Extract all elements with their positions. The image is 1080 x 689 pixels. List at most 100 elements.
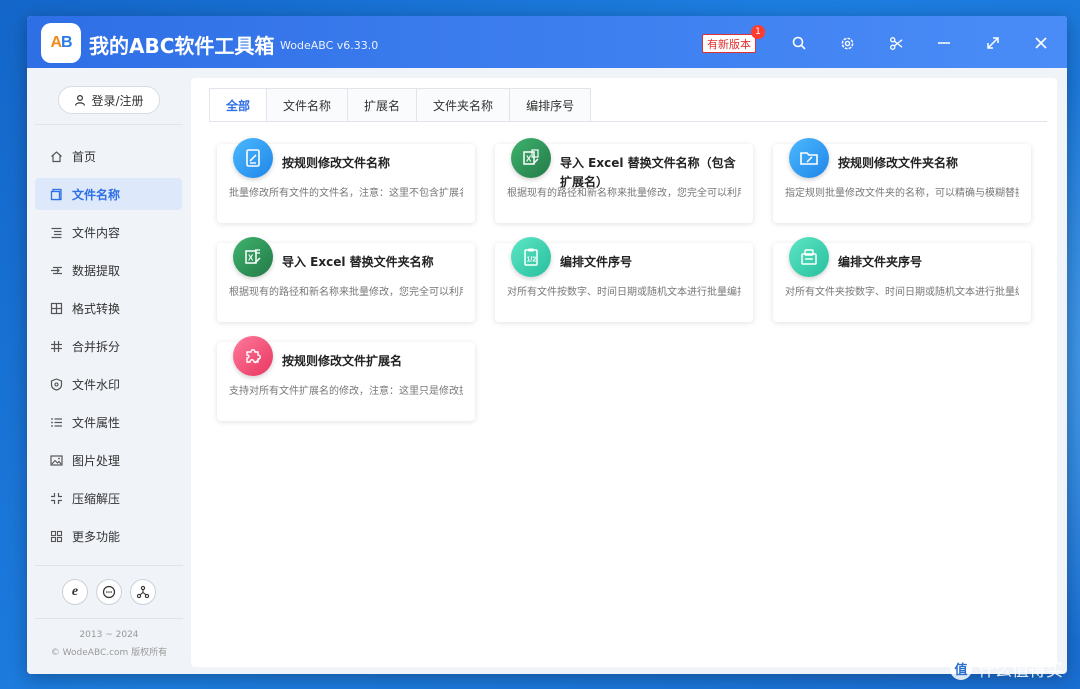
sidebar-item-watermark[interactable]: 文件水印 [35,368,182,400]
search-icon[interactable] [788,32,810,54]
copyright-text: © WodeABC.com 版权所有 [50,648,168,658]
sidebar-item-label: 文件名称 [72,187,121,202]
tool-card-rename-file[interactable]: 按规则修改文件名称 批量修改所有文件的文件名，注意：这里不包含扩展名 [217,138,475,223]
sidebar-item-label: 首页 [72,149,97,164]
title-bar: AB 我的ABC软件工具箱 WodeABC v6.33.0 有新版本 1 [27,16,1067,68]
sidebar-divider [35,124,183,125]
sidebar-item-label: 更多功能 [72,529,121,544]
tab-file-name[interactable]: 文件名称 [266,88,349,122]
app-title: 我的ABC软件工具箱 [89,34,275,58]
sidebar-item-image[interactable]: 图片处理 [35,444,182,476]
sidebar-item-file-properties[interactable]: 文件属性 [35,406,182,438]
merge-split-icon [49,339,63,353]
login-register-button[interactable]: 登录/注册 [58,86,160,114]
tool-card-number-files[interactable]: 1/2 编排文件序号 对所有文件按数字、时间日期或随机文本进行批量编排 [495,237,753,322]
gear-icon[interactable] [836,32,858,54]
excel-folder-icon: X [233,237,273,277]
home-icon [49,149,63,163]
sidebar-item-label: 数据提取 [72,263,121,278]
svg-text:1/2: 1/2 [527,257,537,264]
tool-card-rename-extension[interactable]: 按规则修改文件扩展名 支持对所有文件扩展名的修改，注意：这里只是修改扩展名 [217,336,475,421]
sidebar-item-label: 文件水印 [72,377,121,392]
sidebar-item-compress[interactable]: 压缩解压 [35,482,182,514]
sidebar-item-data-extract[interactable]: 数据提取 [35,254,182,286]
extension-icon [233,336,273,376]
user-icon [75,94,86,106]
chat-icon[interactable] [96,579,122,605]
sidebar: 登录/注册 首页 文件名称 文件内容 数据提取 格式转换 合并拆分 文件水印 文… [27,68,191,674]
card-description: 支持对所有文件扩展名的修改，注意：这里只是修改扩展名 [229,386,463,397]
scissors-icon[interactable] [885,32,907,54]
sidebar-item-file-content[interactable]: 文件内容 [35,216,182,248]
card-title: 导入 Excel 替换文件夹名称 [282,255,434,269]
tab-folder-name[interactable]: 文件夹名称 [416,88,511,122]
sidebar-item-label: 压缩解压 [72,491,121,506]
maximize-icon[interactable] [982,32,1004,54]
tab-bar: 全部 文件名称 扩展名 文件夹名称 编排序号 [209,88,592,122]
tool-card-number-folders[interactable]: 编排文件夹序号 对所有文件夹按数字、时间日期或随机文本进行批量编排 [773,237,1031,322]
number-folder-icon [789,237,829,277]
sidebar-divider [35,565,183,566]
sidebar-item-label: 文件内容 [72,225,121,240]
watermark-text: 什么值得买 [978,661,1063,681]
app-logo: AB [41,23,81,63]
tool-card-excel-rename-file[interactable]: X 导入 Excel 替换文件名称（包含扩展名） 根据现有的路径和新名称来批量修… [495,138,753,223]
card-title: 编排文件夹序号 [838,255,923,269]
tab-underline [209,121,1047,122]
sidebar-item-more[interactable]: 更多功能 [35,520,182,552]
minimize-icon[interactable] [933,32,955,54]
login-register-label: 登录/注册 [91,93,144,108]
card-description: 批量修改所有文件的文件名，注意：这里不包含扩展名 [229,188,463,199]
sidebar-item-label: 合并拆分 [72,339,121,354]
card-description: 根据现有的路径和新名称来批量修改，您完全可以利用Excel [507,188,741,199]
tab-all[interactable]: 全部 [209,88,268,122]
sidebar-item-file-name[interactable]: 文件名称 [35,178,182,210]
watermark-badge: 值 [950,657,972,680]
rename-file-icon [233,138,273,178]
sidebar-item-label: 文件属性 [72,415,121,430]
app-version: WodeABC v6.33.0 [280,39,379,52]
card-description: 对所有文件夹按数字、时间日期或随机文本进行批量编排 [785,287,1019,298]
app-window: AB 我的ABC软件工具箱 WodeABC v6.33.0 有新版本 1 登录/… [27,16,1067,674]
more-icon [49,529,63,543]
card-title: 编排文件序号 [560,255,633,269]
file-properties-icon [49,415,63,429]
excel-file-icon: X [511,138,551,178]
browser-icon[interactable]: e [62,579,88,605]
card-description: 指定规则批量修改文件夹的名称，可以精确与模糊替换 [785,188,1019,199]
main-panel: 全部 文件名称 扩展名 文件夹名称 编排序号 按规则修改文件名称 批量修改所有文… [191,78,1057,667]
file-content-icon [49,225,63,239]
card-description: 对所有文件按数字、时间日期或随机文本进行批量编排 [507,287,741,298]
share-network-icon[interactable] [130,579,156,605]
tab-extension[interactable]: 扩展名 [347,88,418,122]
app-logo-text: AB [50,34,72,51]
sidebar-item-label: 格式转换 [72,301,121,316]
svg-text:X: X [526,155,532,164]
format-convert-icon [49,301,63,315]
card-title: 按规则修改文件名称 [282,156,391,170]
file-rename-icon [49,187,63,201]
watermark-icon [49,377,63,391]
update-count-badge: 1 [751,25,765,39]
rename-folder-icon [789,138,829,178]
number-file-icon: 1/2 [511,237,551,277]
tool-card-excel-rename-folder[interactable]: X 导入 Excel 替换文件夹名称 根据现有的路径和新名称来批量修改，您完全可… [217,237,475,322]
data-extract-icon [49,263,63,277]
compress-icon [49,491,63,505]
sidebar-item-format-convert[interactable]: 格式转换 [35,292,182,324]
sidebar-divider [35,618,183,619]
svg-text:X: X [248,254,254,263]
sidebar-item-merge-split[interactable]: 合并拆分 [35,330,182,362]
site-watermark: 值 什么值得买 [950,656,1063,681]
copyright-years: 2013 ~ 2024 [79,630,139,640]
tool-card-rename-folder[interactable]: 按规则修改文件夹名称 指定规则批量修改文件夹的名称，可以精确与模糊替换 [773,138,1031,223]
image-icon [49,453,63,467]
sidebar-item-label: 图片处理 [72,453,121,468]
tab-numbering[interactable]: 编排序号 [509,88,592,122]
sidebar-item-home[interactable]: 首页 [35,140,182,172]
close-icon[interactable] [1030,32,1052,54]
card-title: 按规则修改文件夹名称 [838,156,959,170]
update-available-button[interactable]: 有新版本 [702,34,756,53]
card-title: 按规则修改文件扩展名 [282,354,403,368]
card-description: 根据现有的路径和新名称来批量修改，您完全可以利用Excel [229,287,463,298]
